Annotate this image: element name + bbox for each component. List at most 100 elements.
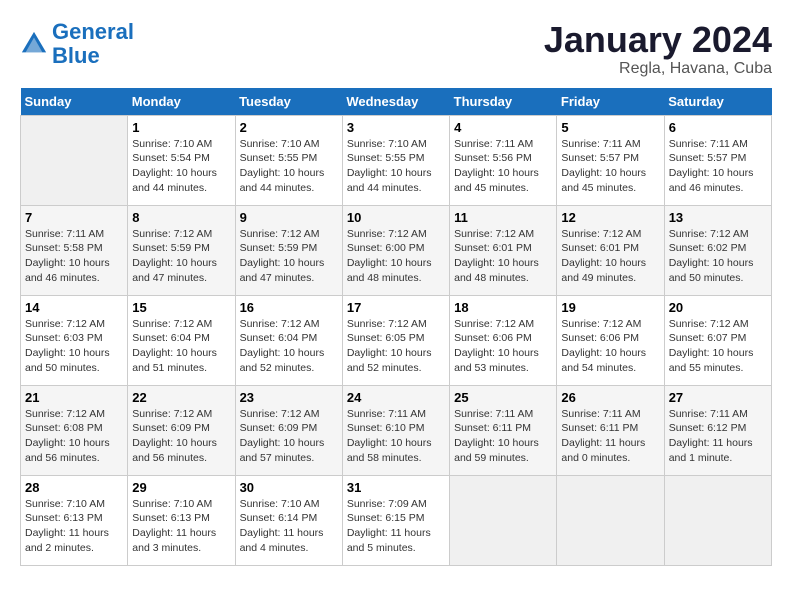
day-number: 23 [240,390,338,405]
calendar-cell: 29 Sunrise: 7:10 AMSunset: 6:13 PMDayligh… [128,475,235,565]
day-info: Sunrise: 7:11 AMSunset: 5:56 PMDaylight:… [454,137,552,196]
calendar-cell [557,475,664,565]
calendar-table: SundayMondayTuesdayWednesdayThursdayFrid… [20,88,772,566]
calendar-cell [450,475,557,565]
day-number: 22 [132,390,230,405]
day-info: Sunrise: 7:12 AMSunset: 6:07 PMDaylight:… [669,317,767,376]
title-block: January 2024 Regla, Havana, Cuba [544,20,772,78]
day-info: Sunrise: 7:12 AMSunset: 6:04 PMDaylight:… [240,317,338,376]
week-row-5: 28 Sunrise: 7:10 AMSunset: 6:13 PMDayligh… [21,475,772,565]
day-info: Sunrise: 7:11 AMSunset: 5:57 PMDaylight:… [669,137,767,196]
day-number: 31 [347,480,445,495]
day-number: 17 [347,300,445,315]
day-info: Sunrise: 7:11 AMSunset: 5:58 PMDaylight:… [25,227,123,286]
day-info: Sunrise: 7:12 AMSunset: 5:59 PMDaylight:… [240,227,338,286]
day-header-sunday: Sunday [21,88,128,116]
day-info: Sunrise: 7:10 AMSunset: 6:14 PMDaylight:… [240,497,338,556]
day-number: 5 [561,120,659,135]
calendar-cell [664,475,771,565]
day-info: Sunrise: 7:09 AMSunset: 6:15 PMDaylight:… [347,497,445,556]
day-info: Sunrise: 7:12 AMSunset: 6:06 PMDaylight:… [561,317,659,376]
day-header-saturday: Saturday [664,88,771,116]
calendar-cell: 19 Sunrise: 7:12 AMSunset: 6:06 PMDayligh… [557,295,664,385]
day-number: 21 [25,390,123,405]
calendar-cell: 7 Sunrise: 7:11 AMSunset: 5:58 PMDaylight… [21,205,128,295]
calendar-cell: 11 Sunrise: 7:12 AMSunset: 6:01 PMDayligh… [450,205,557,295]
calendar-cell: 21 Sunrise: 7:12 AMSunset: 6:08 PMDayligh… [21,385,128,475]
calendar-cell: 20Sunrise: 7:12 AMSunset: 6:07 PMDayligh… [664,295,771,385]
day-number: 7 [25,210,123,225]
calendar-cell: 14Sunrise: 7:12 AMSunset: 6:03 PMDayligh… [21,295,128,385]
day-info: Sunrise: 7:12 AMSunset: 6:00 PMDaylight:… [347,227,445,286]
day-number: 30 [240,480,338,495]
day-number: 3 [347,120,445,135]
day-info: Sunrise: 7:12 AMSunset: 6:08 PMDaylight:… [25,407,123,466]
day-info: Sunrise: 7:10 AMSunset: 5:54 PMDaylight:… [132,137,230,196]
calendar-cell: 2 Sunrise: 7:10 AMSunset: 5:55 PMDaylight… [235,115,342,205]
calendar-cell: 30 Sunrise: 7:10 AMSunset: 6:14 PMDayligh… [235,475,342,565]
day-number: 12 [561,210,659,225]
calendar-cell: 28Sunrise: 7:10 AMSunset: 6:13 PMDayligh… [21,475,128,565]
calendar-cell: 31 Sunrise: 7:09 AMSunset: 6:15 PMDayligh… [342,475,449,565]
day-header-tuesday: Tuesday [235,88,342,116]
day-number: 4 [454,120,552,135]
day-number: 11 [454,210,552,225]
day-info: Sunrise: 7:12 AMSunset: 6:04 PMDaylight:… [132,317,230,376]
day-info: Sunrise: 7:12 AMSunset: 6:02 PMDaylight:… [669,227,767,286]
day-number: 24 [347,390,445,405]
day-info: Sunrise: 7:12 AMSunset: 6:06 PMDaylight:… [454,317,552,376]
day-number: 14 [25,300,123,315]
day-info: Sunrise: 7:11 AMSunset: 6:10 PMDaylight:… [347,407,445,466]
calendar-cell: 5 Sunrise: 7:11 AMSunset: 5:57 PMDaylight… [557,115,664,205]
month-title: January 2024 [544,20,772,60]
day-info: Sunrise: 7:12 AMSunset: 6:01 PMDaylight:… [561,227,659,286]
day-header-thursday: Thursday [450,88,557,116]
day-number: 16 [240,300,338,315]
day-number: 2 [240,120,338,135]
week-row-4: 21 Sunrise: 7:12 AMSunset: 6:08 PMDayligh… [21,385,772,475]
day-info: Sunrise: 7:11 AMSunset: 6:11 PMDaylight:… [454,407,552,466]
day-number: 6 [669,120,767,135]
page-header: GeneralBlue January 2024 Regla, Havana, … [20,20,772,78]
day-info: Sunrise: 7:12 AMSunset: 6:05 PMDaylight:… [347,317,445,376]
day-info: Sunrise: 7:11 AMSunset: 6:11 PMDaylight:… [561,407,659,466]
logo: GeneralBlue [20,20,134,68]
day-number: 9 [240,210,338,225]
day-info: Sunrise: 7:11 AMSunset: 5:57 PMDaylight:… [561,137,659,196]
day-number: 28 [25,480,123,495]
day-number: 29 [132,480,230,495]
day-number: 10 [347,210,445,225]
day-info: Sunrise: 7:11 AMSunset: 6:12 PMDaylight:… [669,407,767,466]
day-number: 13 [669,210,767,225]
logo-text: GeneralBlue [52,20,134,68]
day-info: Sunrise: 7:10 AMSunset: 5:55 PMDaylight:… [347,137,445,196]
calendar-cell: 13 Sunrise: 7:12 AMSunset: 6:02 PMDayligh… [664,205,771,295]
calendar-cell: 9 Sunrise: 7:12 AMSunset: 5:59 PMDaylight… [235,205,342,295]
day-info: Sunrise: 7:12 AMSunset: 6:01 PMDaylight:… [454,227,552,286]
day-info: Sunrise: 7:12 AMSunset: 6:09 PMDaylight:… [132,407,230,466]
day-header-monday: Monday [128,88,235,116]
day-number: 18 [454,300,552,315]
day-info: Sunrise: 7:12 AMSunset: 5:59 PMDaylight:… [132,227,230,286]
day-number: 1 [132,120,230,135]
calendar-cell: 10 Sunrise: 7:12 AMSunset: 6:00 PMDayligh… [342,205,449,295]
calendar-cell: 12 Sunrise: 7:12 AMSunset: 6:01 PMDayligh… [557,205,664,295]
day-info: Sunrise: 7:12 AMSunset: 6:09 PMDaylight:… [240,407,338,466]
day-number: 27 [669,390,767,405]
day-number: 25 [454,390,552,405]
calendar-cell: 1 Sunrise: 7:10 AMSunset: 5:54 PMDaylight… [128,115,235,205]
day-number: 19 [561,300,659,315]
calendar-cell: 15Sunrise: 7:12 AMSunset: 6:04 PMDayligh… [128,295,235,385]
day-header-friday: Friday [557,88,664,116]
day-info: Sunrise: 7:10 AMSunset: 5:55 PMDaylight:… [240,137,338,196]
day-info: Sunrise: 7:10 AMSunset: 6:13 PMDaylight:… [132,497,230,556]
calendar-cell: 4 Sunrise: 7:11 AMSunset: 5:56 PMDaylight… [450,115,557,205]
calendar-cell: 23 Sunrise: 7:12 AMSunset: 6:09 PMDayligh… [235,385,342,475]
calendar-cell: 16 Sunrise: 7:12 AMSunset: 6:04 PMDayligh… [235,295,342,385]
calendar-cell: 22 Sunrise: 7:12 AMSunset: 6:09 PMDayligh… [128,385,235,475]
calendar-cell: 8Sunrise: 7:12 AMSunset: 5:59 PMDaylight… [128,205,235,295]
calendar-cell: 6 Sunrise: 7:11 AMSunset: 5:57 PMDaylight… [664,115,771,205]
calendar-header-row: SundayMondayTuesdayWednesdayThursdayFrid… [21,88,772,116]
calendar-cell: 18 Sunrise: 7:12 AMSunset: 6:06 PMDayligh… [450,295,557,385]
calendar-cell: 24 Sunrise: 7:11 AMSunset: 6:10 PMDayligh… [342,385,449,475]
